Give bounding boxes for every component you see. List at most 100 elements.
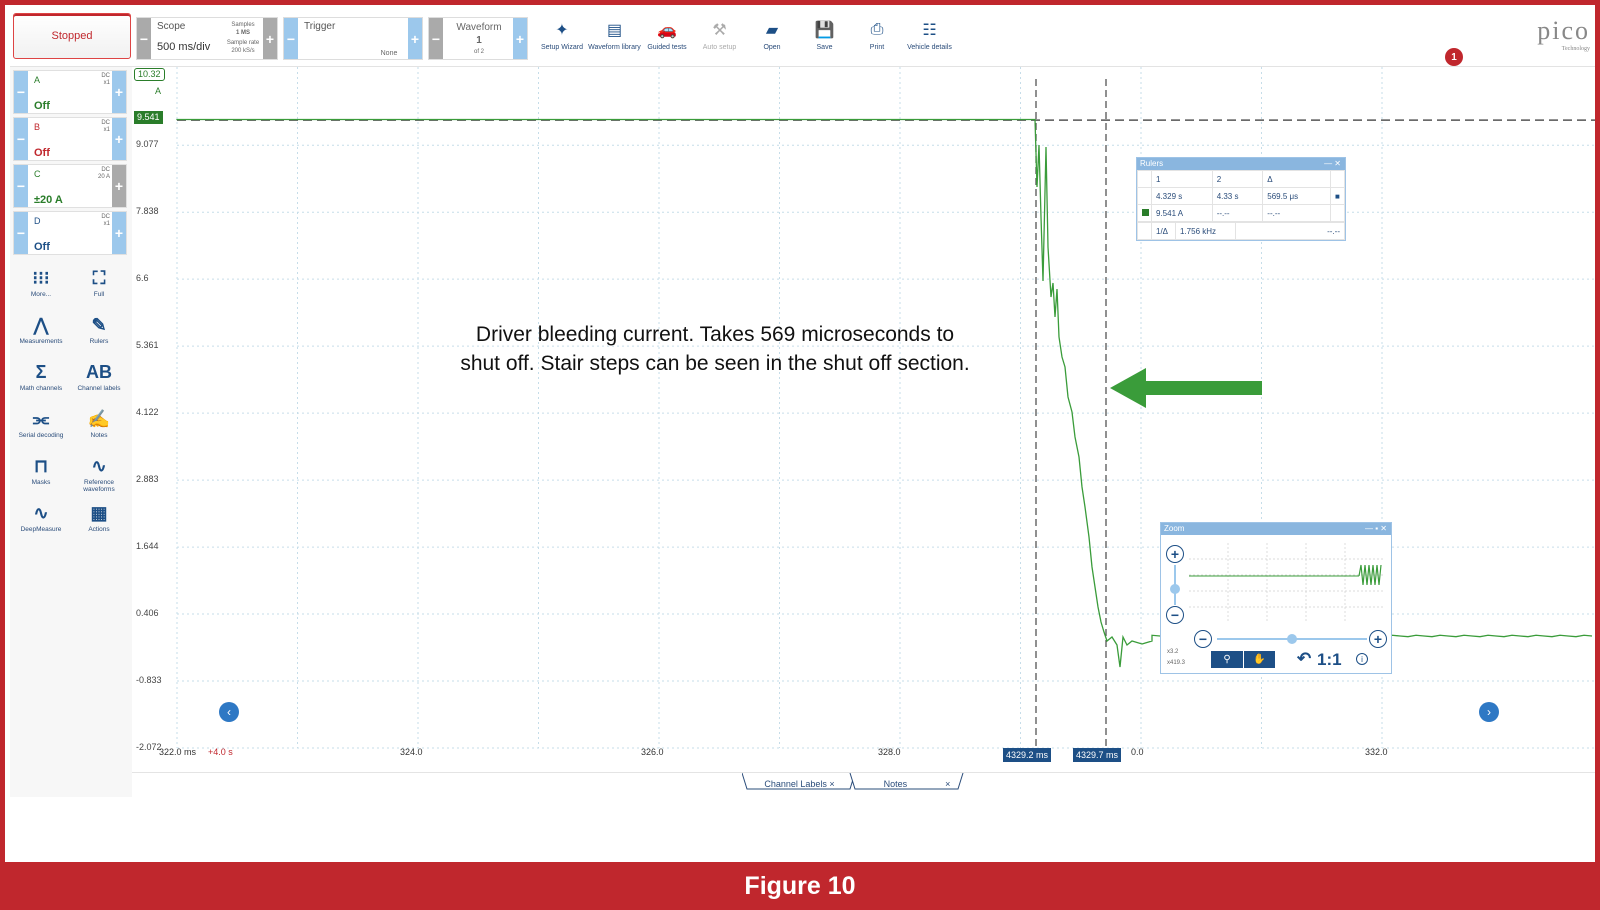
channel-c-control[interactable]: − C DC 20 A ±20 A + xyxy=(13,164,127,208)
y-tick-label: 2.883 xyxy=(136,474,159,485)
tab-channel-labels[interactable]: Channel Labels × xyxy=(752,775,847,792)
left-panel: − A DC x1 Off + − B DC x1 Off + − C DC 20 A ±20 A + − D DC x1… xyxy=(10,67,132,797)
run-stop-button[interactable]: Stopped xyxy=(13,13,131,59)
close-icon[interactable]: × xyxy=(945,779,950,789)
fullscreen-icon: ⛶ xyxy=(92,267,106,288)
channel-b-control[interactable]: − B DC x1 Off + xyxy=(13,117,127,161)
samples-label: Samples xyxy=(231,22,255,28)
info-icon[interactable]: i xyxy=(1356,653,1368,665)
y-tick-label: 1.644 xyxy=(136,541,159,552)
zoom-out-horizontal-button[interactable]: − xyxy=(1194,630,1212,648)
side-tool-reference[interactable]: ∿ Reference waveforms xyxy=(71,453,127,494)
timebase-increase-button[interactable]: + xyxy=(263,18,277,59)
zoom-in-vertical-button[interactable]: + xyxy=(1166,545,1184,563)
side-tool-fullscreen[interactable]: ⛶ Full xyxy=(71,265,127,299)
channel-range-decrease-button[interactable]: − xyxy=(14,118,28,160)
level-marker[interactable]: 9.541 xyxy=(134,111,163,124)
channel-range-increase-button[interactable]: + xyxy=(112,71,126,113)
tool-wand-button[interactable]: ⚒ Auto setup xyxy=(693,16,747,62)
ruler-value-1: 9.541 A xyxy=(1151,204,1213,222)
x-tick-label: 322.0 ms xyxy=(159,747,197,757)
channel-coupling[interactable]: DC x1 xyxy=(98,120,110,134)
rulers-title: Rulers xyxy=(1140,159,1164,168)
side-tool-serial[interactable]: ⫘ Serial decoding xyxy=(13,406,69,440)
waveform-next-button[interactable]: + xyxy=(513,18,527,59)
side-tool-deepmeasure[interactable]: ∿ DeepMeasure xyxy=(13,500,69,534)
zoom-overview[interactable] xyxy=(1189,543,1385,623)
close-icon[interactable]: — ✕ xyxy=(1324,158,1345,170)
zoom-panel[interactable]: Zoom — ▪ ✕ + − − + x3.2 x419.3 ⚲ ✋ ↶ 1:1 … xyxy=(1160,522,1392,674)
zoom-tool-icon[interactable]: ⚲ xyxy=(1211,651,1243,668)
side-tool-ruler[interactable]: ✎ Rulers xyxy=(71,312,127,346)
zoom-out-vertical-button[interactable]: − xyxy=(1166,606,1184,624)
channel-range-decrease-button[interactable]: − xyxy=(14,71,28,113)
tool-library-button[interactable]: ▤ Waveform library xyxy=(588,16,642,62)
channel-range-increase-button[interactable]: + xyxy=(112,212,126,254)
channel-state: Off xyxy=(34,241,50,253)
figure-caption: Figure 10 xyxy=(0,862,1600,910)
side-tool-sigma[interactable]: Σ Math channels xyxy=(13,359,69,393)
y-tick-label: 9.077 xyxy=(136,139,159,150)
trigger-increase-button[interactable]: + xyxy=(408,18,422,59)
tool-label: Save xyxy=(816,44,833,51)
timebase-decrease-button[interactable]: − xyxy=(137,18,151,59)
side-tool-mask[interactable]: ⊓ Masks xyxy=(13,453,69,487)
freq-other: --.-- xyxy=(1235,222,1345,240)
side-tool-compass[interactable]: ⋀ Measurements xyxy=(13,312,69,346)
side-tool-abcd[interactable]: AB Channel labels xyxy=(71,359,127,393)
channel-coupling[interactable]: DC x1 xyxy=(98,73,110,87)
side-tool-grid[interactable]: ⁝⁝⁝ More... xyxy=(13,265,69,299)
tool-clipboard-button[interactable]: ☷ Vehicle details xyxy=(903,16,957,62)
hand-tool-icon[interactable]: ✋ xyxy=(1243,651,1275,668)
channel-range-decrease-button[interactable]: − xyxy=(14,212,28,254)
tool-car-button[interactable]: 🚗 Guided tests xyxy=(640,16,694,62)
trigger-decrease-button[interactable]: − xyxy=(284,18,298,59)
channel-range-increase-button[interactable]: + xyxy=(112,165,126,207)
bottom-tab-strip: Channel Labels × Notes × xyxy=(132,772,1595,797)
side-tool-label: Actions xyxy=(88,526,110,533)
scroll-left-button[interactable]: ‹ xyxy=(219,702,239,722)
tool-wizard-button[interactable]: ✦ Setup Wizard xyxy=(535,16,589,62)
tool-printer-button[interactable]: ⎙ Print xyxy=(850,16,904,62)
freq-value: 1.756 kHz xyxy=(1175,222,1236,240)
side-tool-label: DeepMeasure xyxy=(20,526,62,533)
side-tool-notes[interactable]: ✍ Notes xyxy=(71,406,127,440)
tab-notes[interactable]: Notes × xyxy=(857,775,977,792)
trigger-mode[interactable]: None xyxy=(374,50,404,57)
ruler-icon: ✎ xyxy=(91,314,107,335)
channel-coupling[interactable]: DC 20 A xyxy=(98,167,110,181)
channel-coupling[interactable]: DC x1 xyxy=(98,214,110,228)
samples-value[interactable]: 1 MS xyxy=(221,30,265,37)
x-tick-label: 332.0 xyxy=(1365,747,1388,757)
channel-name: D xyxy=(34,216,41,226)
channel-d-control[interactable]: − D DC x1 Off + xyxy=(13,211,127,255)
ruler-time-2: 4.33 s xyxy=(1211,187,1264,205)
reset-zoom-ratio[interactable]: 1:1 xyxy=(1317,650,1342,670)
channel-a-control[interactable]: − A DC x1 Off + xyxy=(13,70,127,114)
ruler-1-label[interactable]: 4329.2 ms xyxy=(1003,748,1052,762)
channel-range-decrease-button[interactable]: − xyxy=(14,165,28,207)
y-zoom-factor: x419.3 xyxy=(1167,660,1186,666)
rulers-panel-header[interactable]: Rulers — ✕ xyxy=(1137,158,1345,170)
side-tool-label: Reference waveforms xyxy=(83,479,115,493)
undo-zoom-icon[interactable]: ↶ xyxy=(1297,649,1311,669)
lock-icon[interactable]: ■ xyxy=(1330,187,1345,205)
timebase-value[interactable]: 500 ms/div xyxy=(157,41,210,53)
side-tool-actions[interactable]: ▦ Actions xyxy=(71,500,127,534)
ruler-2-label[interactable]: 4329.7 ms xyxy=(1073,748,1122,762)
zoom-in-horizontal-button[interactable]: + xyxy=(1369,630,1387,648)
car-icon: 🚗 xyxy=(657,22,677,39)
tool-folder-button[interactable]: ▰ Open xyxy=(745,16,799,62)
notification-badge[interactable]: 1 xyxy=(1445,48,1463,66)
close-icon[interactable]: × xyxy=(829,779,834,789)
channel-range-increase-button[interactable]: + xyxy=(112,118,126,160)
close-icon[interactable]: — ▪ ✕ xyxy=(1365,523,1391,535)
horizontal-zoom-thumb[interactable] xyxy=(1287,634,1297,644)
rulers-panel[interactable]: Rulers — ✕ 1 2 Δ 4.329 s 4.33 s 569.5 μs … xyxy=(1136,157,1346,241)
waveform-previous-button[interactable]: − xyxy=(429,18,443,59)
tool-save-button[interactable]: 💾 Save xyxy=(798,16,852,62)
scroll-right-button[interactable]: › xyxy=(1479,702,1499,722)
vertical-zoom-thumb[interactable] xyxy=(1170,584,1180,594)
compass-icon: ⋀ xyxy=(33,314,49,335)
zoom-panel-header[interactable]: Zoom — ▪ ✕ xyxy=(1161,523,1391,535)
